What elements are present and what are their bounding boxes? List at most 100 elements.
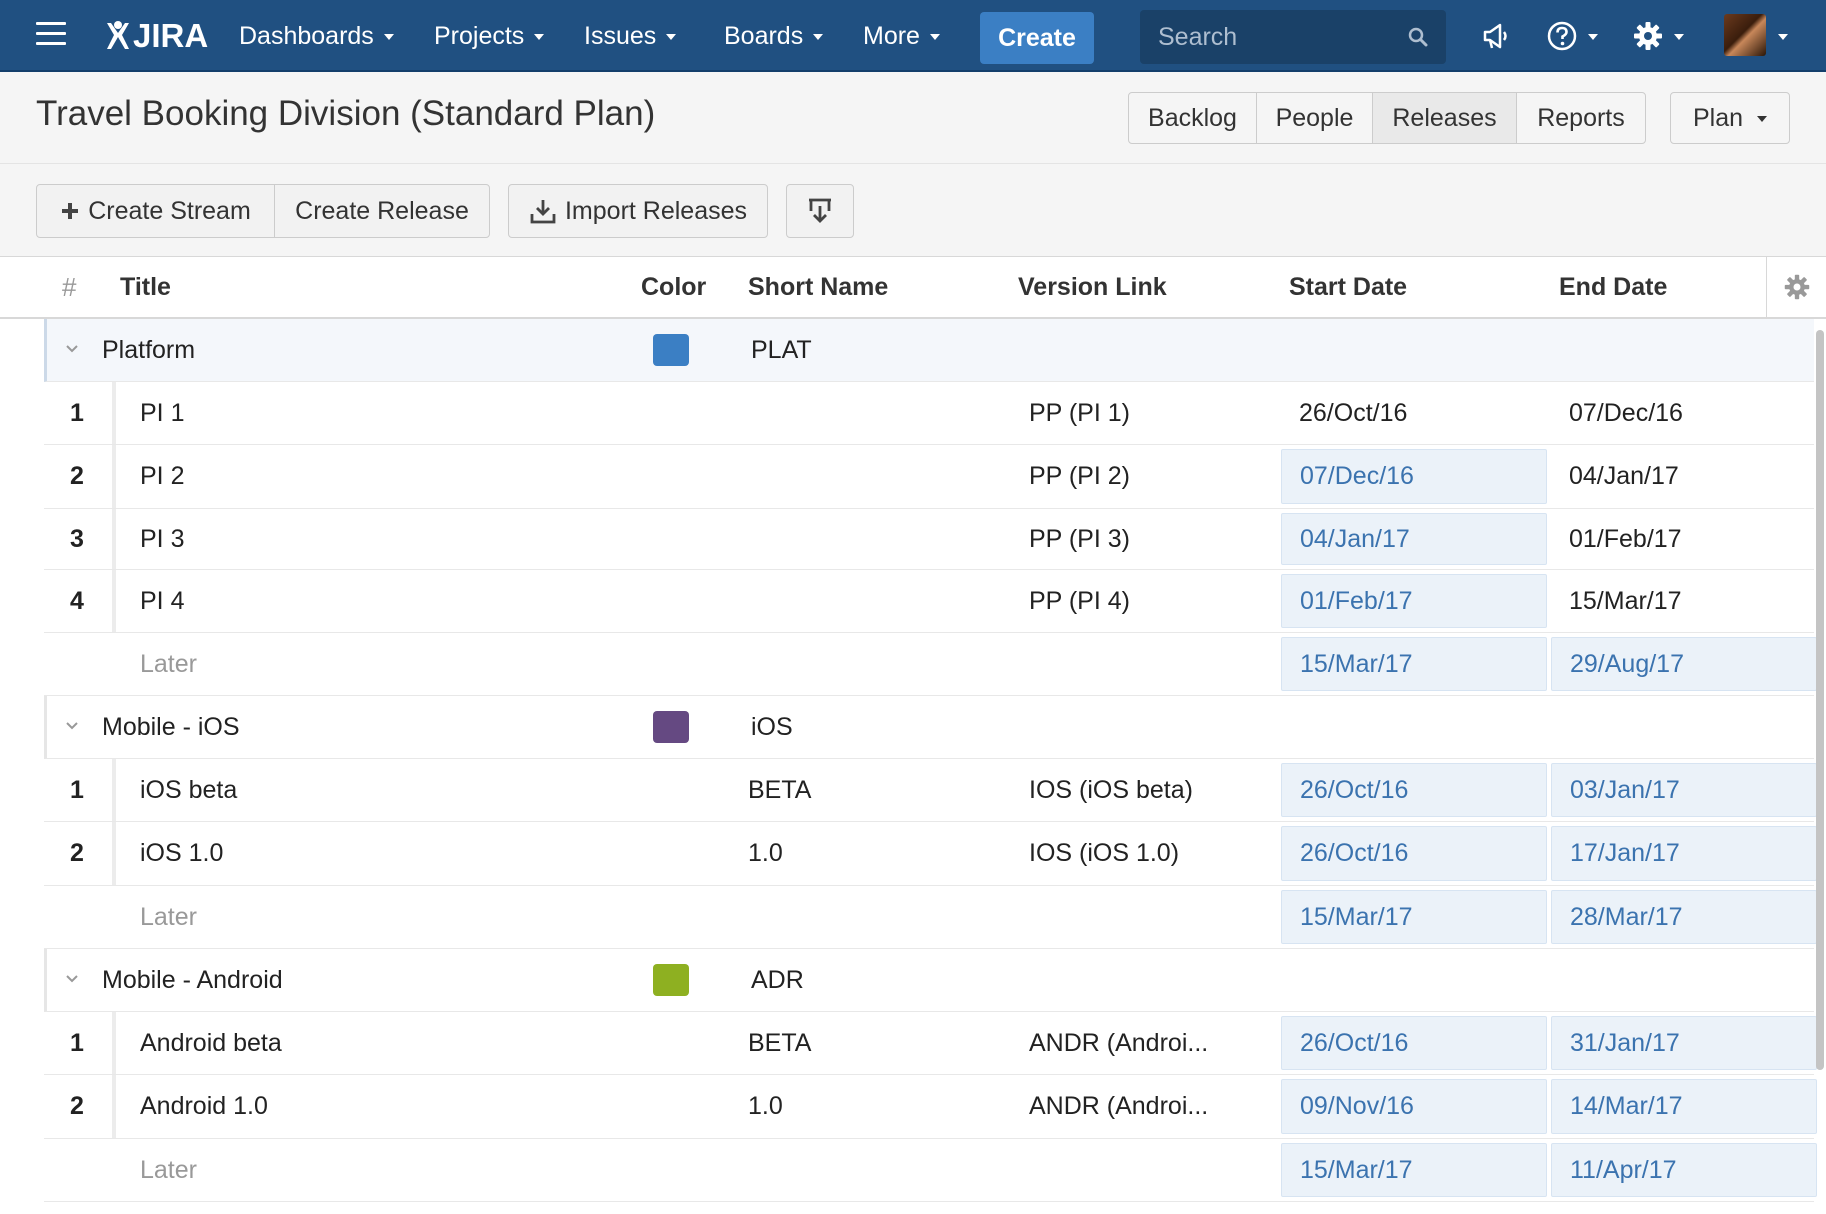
release-row[interactable]: 4 PI 4 PP (PI 4) 01/Feb/17 15/Mar/17 xyxy=(44,570,1814,633)
tab-releases[interactable]: Releases xyxy=(1373,93,1517,143)
nav-boards[interactable]: Boards xyxy=(724,0,824,72)
search-input[interactable]: Search xyxy=(1140,10,1446,64)
later-start-date[interactable]: 15/Mar/17 xyxy=(1281,1143,1547,1197)
release-start-date[interactable]: 04/Jan/17 xyxy=(1281,513,1547,565)
stream-title: Mobile - Android xyxy=(102,965,283,994)
release-version-link: IOS (iOS 1.0) xyxy=(1029,839,1180,867)
release-end-date[interactable]: 07/Dec/16 xyxy=(1569,382,1683,444)
nav-issues[interactable]: Issues xyxy=(584,0,677,72)
release-row[interactable]: 1 Android beta BETA ANDR (Androi... 26/Oct/1… xyxy=(44,1012,1817,1075)
vertical-scrollbar[interactable] xyxy=(1816,330,1824,1070)
release-row[interactable]: 2 Android 1.0 1.0 ANDR (Androi... 09/Nov/16 1… xyxy=(44,1075,1817,1139)
release-start-date[interactable]: 01/Feb/17 xyxy=(1281,574,1547,628)
release-start-date[interactable]: 26/Oct/16 xyxy=(1281,1016,1547,1070)
release-end-date[interactable]: 03/Jan/17 xyxy=(1551,763,1817,817)
later-end-date[interactable]: 28/Mar/17 xyxy=(1551,890,1817,944)
export-button[interactable] xyxy=(787,185,853,237)
row-drag-handle[interactable] xyxy=(112,382,116,444)
row-drag-handle[interactable] xyxy=(112,445,116,508)
create-stream-button[interactable]: Create Stream xyxy=(37,185,275,237)
chevron-down-icon xyxy=(534,34,545,40)
tab-backlog[interactable]: Backlog xyxy=(1129,93,1257,143)
later-row: Later 15/Mar/17 28/Mar/17 xyxy=(44,886,1817,949)
stream-color-swatch[interactable] xyxy=(653,711,689,743)
release-end-date[interactable]: 15/Mar/17 xyxy=(1569,570,1682,632)
jira-logo[interactable]: JIRA xyxy=(103,16,208,56)
tab-reports[interactable]: Reports xyxy=(1517,93,1645,143)
release-end-date[interactable]: 17/Jan/17 xyxy=(1551,826,1817,881)
release-title: PI 4 xyxy=(140,586,185,615)
user-menu-toggle[interactable] xyxy=(1768,14,1788,58)
release-start-date[interactable]: 09/Nov/16 xyxy=(1281,1079,1547,1134)
column-settings-button[interactable] xyxy=(1766,257,1826,317)
release-row[interactable]: 2 PI 2 PP (PI 2) 07/Dec/16 04/Jan/17 xyxy=(44,445,1814,509)
settings-button[interactable] xyxy=(1632,14,1684,58)
release-end-date[interactable]: 14/Mar/17 xyxy=(1551,1079,1817,1134)
release-row[interactable]: 1 PI 1 PP (PI 1) 26/Oct/16 07/Dec/16 xyxy=(44,382,1814,445)
later-end-date[interactable]: 29/Aug/17 xyxy=(1551,637,1817,691)
release-start-date[interactable]: 26/Oct/16 xyxy=(1299,382,1407,444)
row-drag-handle[interactable] xyxy=(112,822,116,885)
nav-issues-label: Issues xyxy=(584,21,657,50)
chevron-down-icon[interactable] xyxy=(65,974,79,984)
create-release-button[interactable]: Create Release xyxy=(275,185,489,237)
chevron-down-icon[interactable] xyxy=(65,721,79,731)
later-row: Later 15/Mar/17 11/Apr/17 xyxy=(44,1139,1817,1202)
stream-color-swatch[interactable] xyxy=(653,334,689,366)
nav-projects[interactable]: Projects xyxy=(434,0,545,72)
chevron-down-icon xyxy=(1757,116,1768,122)
release-number: 2 xyxy=(70,462,84,490)
plan-dropdown-button[interactable]: Plan xyxy=(1670,92,1790,144)
release-title: Android 1.0 xyxy=(140,1092,268,1120)
stream-short-name: PLAT xyxy=(751,335,812,364)
release-row[interactable]: 3 PI 3 PP (PI 3) 04/Jan/17 01/Feb/17 xyxy=(44,509,1814,570)
release-start-date[interactable]: 07/Dec/16 xyxy=(1281,449,1547,504)
stream-row[interactable]: Platform PLAT xyxy=(44,319,1814,382)
release-end-date[interactable]: 31/Jan/17 xyxy=(1551,1016,1817,1070)
release-start-date[interactable]: 26/Oct/16 xyxy=(1281,826,1547,881)
row-drag-handle[interactable] xyxy=(112,1075,116,1138)
release-number: 3 xyxy=(70,524,84,553)
row-drag-handle[interactable] xyxy=(112,570,116,632)
chevron-down-icon xyxy=(1674,34,1684,40)
release-title: Android beta xyxy=(140,1028,282,1057)
user-avatar[interactable] xyxy=(1724,14,1766,56)
nav-dashboards[interactable]: Dashboards xyxy=(239,0,394,72)
chevron-down-icon xyxy=(1778,34,1788,40)
later-row: Later 15/Mar/17 29/Aug/17 xyxy=(44,633,1817,696)
tab-people[interactable]: People xyxy=(1257,93,1373,143)
releases-toolbar: Create Stream Create Release Import Rele… xyxy=(0,164,1826,257)
release-row[interactable]: 1 iOS beta BETA IOS (iOS beta) 26/Oct/16 03/J… xyxy=(44,759,1817,822)
stream-color-swatch[interactable] xyxy=(653,964,689,996)
release-start-date[interactable]: 26/Oct/16 xyxy=(1281,763,1547,817)
search-icon xyxy=(1408,27,1428,47)
notifications-button[interactable] xyxy=(1482,14,1512,58)
row-drag-handle[interactable] xyxy=(112,759,116,821)
row-drag-handle[interactable] xyxy=(112,1012,116,1074)
later-label: Later xyxy=(140,1155,197,1184)
nav-more[interactable]: More xyxy=(863,0,940,72)
release-version-link: ANDR (Androi... xyxy=(1029,1028,1209,1057)
help-button[interactable] xyxy=(1546,14,1598,58)
jira-logo-icon xyxy=(107,21,129,49)
release-end-date[interactable]: 04/Jan/17 xyxy=(1569,445,1679,508)
app-switcher-menu-icon[interactable] xyxy=(36,22,66,48)
create-issue-button[interactable]: Create xyxy=(980,12,1094,64)
later-start-date[interactable]: 15/Mar/17 xyxy=(1281,637,1547,691)
chevron-down-icon xyxy=(1588,34,1598,40)
later-label: Later xyxy=(140,902,197,931)
release-number: 1 xyxy=(70,398,84,427)
chevron-down-icon[interactable] xyxy=(65,344,79,354)
row-drag-handle[interactable] xyxy=(112,509,116,569)
release-end-date[interactable]: 01/Feb/17 xyxy=(1569,509,1682,569)
stream-row[interactable]: Mobile - Android ADR xyxy=(44,949,1814,1012)
later-start-date[interactable]: 15/Mar/17 xyxy=(1281,890,1547,944)
release-row[interactable]: 2 iOS 1.0 1.0 IOS (iOS 1.0) 26/Oct/16 17/Jan/… xyxy=(44,822,1817,886)
release-title: PI 3 xyxy=(140,524,185,553)
stream-row[interactable]: Mobile - iOS iOS xyxy=(44,696,1814,759)
release-version-link: ANDR (Androi... xyxy=(1029,1092,1209,1120)
column-header-title: Title xyxy=(120,273,171,301)
release-number: 2 xyxy=(70,839,84,867)
later-end-date[interactable]: 11/Apr/17 xyxy=(1551,1143,1817,1197)
import-releases-button[interactable]: Import Releases xyxy=(509,185,767,237)
